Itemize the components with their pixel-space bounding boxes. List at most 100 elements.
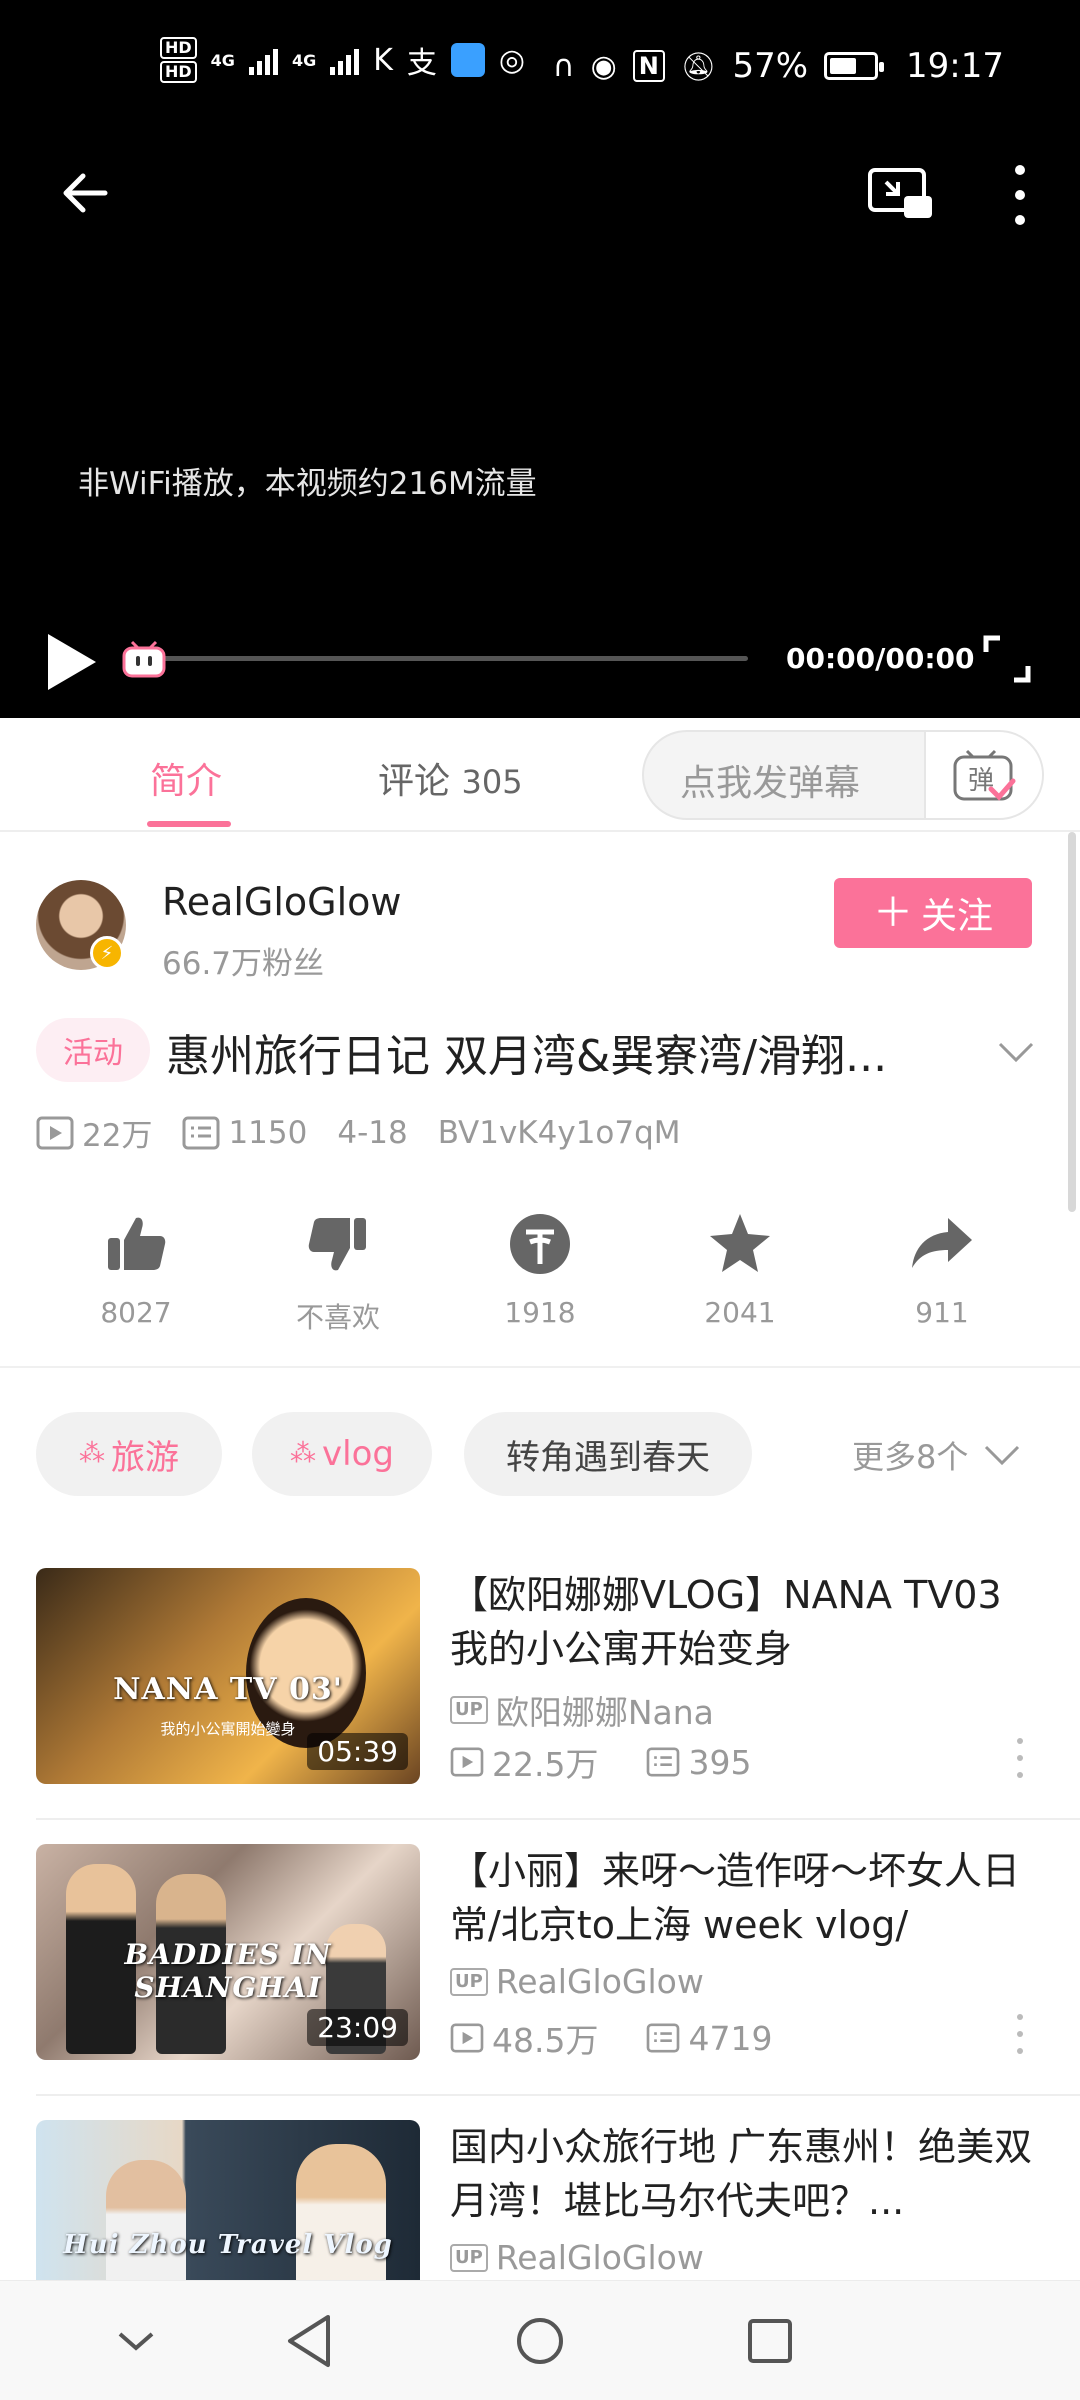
thumbs-up-icon xyxy=(108,1217,166,1270)
up-badge-icon: UP xyxy=(450,2243,488,2272)
fullscreen-icon xyxy=(983,635,1031,683)
progress-thumb[interactable] xyxy=(120,638,168,680)
verified-lightning-icon: ⚡ xyxy=(90,936,124,970)
video-title[interactable]: 惠州旅行日记 双月湾&巽寮湾/滑翔... xyxy=(166,1020,956,1084)
related-video-uploader[interactable]: UP RealGloGlow xyxy=(450,2238,704,2277)
location-icon: ◎ xyxy=(498,42,526,78)
more-options-icon[interactable] xyxy=(1012,1738,1028,1778)
network-type-2: 4G xyxy=(291,50,317,70)
uploader-label: RealGloGlow xyxy=(495,2238,704,2277)
danmaku-count-icon xyxy=(647,2023,680,2053)
view-count: 48.5万 xyxy=(450,2014,598,2062)
favorite-button[interactable]: 2041 xyxy=(660,1210,820,1329)
related-video-stats: 22.5万 395 xyxy=(450,1738,799,1786)
video-duration: 05:39 xyxy=(307,1733,408,1770)
thumbnail-caption: NANA TV 03' xyxy=(113,1672,343,1707)
scrollbar[interactable] xyxy=(1068,832,1076,1212)
like-count: 8027 xyxy=(100,1296,172,1329)
plus-icon: ＋ xyxy=(872,890,913,936)
tag-travel[interactable]: ⁂ 旅游 xyxy=(36,1412,222,1496)
item-divider xyxy=(36,1818,1080,1820)
arrow-left-icon xyxy=(63,173,108,213)
square-recents-icon xyxy=(748,2319,792,2363)
tab-comments-label: 评论 xyxy=(378,761,451,802)
follow-label: 关注 xyxy=(920,896,993,937)
related-video-thumbnail[interactable]: BADDIES IN SHANGHAI 23:09 xyxy=(36,1844,420,2060)
related-video-title[interactable]: 【欧阳娜娜VLOG】NANA TV03 我的小公寓开始变身 xyxy=(450,1568,1046,1676)
danmaku-count: 395 xyxy=(646,1743,751,1782)
mini-player-button[interactable] xyxy=(866,164,936,224)
dislike-button[interactable]: 不喜欢 xyxy=(258,1210,418,1336)
network-usage-notice: 非WiFi播放，本视频约216M流量 xyxy=(78,466,537,502)
alipay-icon: 支 xyxy=(406,46,437,81)
thumbnail-caption: Hui Zhou Travel Vlog xyxy=(63,2230,393,2260)
app-notification-icon xyxy=(450,43,485,77)
tab-intro[interactable]: 简介 xyxy=(150,752,222,804)
nav-hide-button[interactable] xyxy=(106,2311,166,2371)
chevron-down-icon xyxy=(118,2332,154,2351)
signal-icon-2 xyxy=(330,45,360,75)
activity-badge[interactable]: 活动 xyxy=(36,1018,150,1082)
signal-icon xyxy=(248,45,278,75)
related-video-item[interactable]: BADDIES IN SHANGHAI 23:09 【小丽】来呀～造作呀～坏女人… xyxy=(0,1844,1080,2120)
more-options-button[interactable] xyxy=(1000,160,1040,230)
notification-k-icon: K xyxy=(373,42,393,78)
play-button[interactable] xyxy=(40,630,104,694)
like-button[interactable]: 8027 xyxy=(56,1210,216,1329)
nfc-icon: N xyxy=(632,50,665,82)
back-button[interactable] xyxy=(50,158,120,228)
related-video-thumbnail[interactable]: NANA TV 03' 我的小公寓開始變身 05:39 xyxy=(36,1568,420,1784)
more-options-icon[interactable] xyxy=(1012,2014,1028,2054)
play-count-icon xyxy=(450,1747,484,1777)
related-video-title[interactable]: 【小丽】来呀～造作呀～坏女人日常/北京to上海 week vlog/ xyxy=(450,1844,1046,1952)
progress-bar[interactable] xyxy=(124,656,748,661)
playback-time: 00:00/00:00 xyxy=(786,642,975,675)
related-video-stats: 48.5万 4719 xyxy=(450,2014,820,2062)
related-video-thumbnail[interactable]: Hui Zhou Travel Vlog xyxy=(36,2120,420,2280)
related-video-uploader[interactable]: UP RealGloGlow xyxy=(450,1962,704,2001)
view-count: 22万 xyxy=(36,1110,152,1155)
tag-spring[interactable]: 转角遇到春天 xyxy=(464,1412,752,1496)
related-video-item[interactable]: NANA TV 03' 我的小公寓開始變身 05:39 【欧阳娜娜VLOG】NA… xyxy=(0,1568,1080,1844)
tag-cluster-icon: ⁂ xyxy=(79,1439,105,1469)
more-tags-button[interactable]: 更多8个 xyxy=(852,1432,1022,1478)
status-right-icons: ∩ ◉ N 🔕︎ 57% 19:17 xyxy=(553,46,1004,86)
related-video-title[interactable]: 国内小众旅行地 广东惠州！绝美双月湾！堪比马尔代夫吧？... xyxy=(450,2120,1046,2228)
mute-icon: 🔕︎ xyxy=(680,49,717,83)
view-count-value: 22.5万 xyxy=(492,1745,599,1784)
nav-home-button[interactable] xyxy=(510,2311,570,2371)
danmaku-count-icon xyxy=(182,1116,220,1149)
picture-in-picture-icon xyxy=(868,168,932,218)
expand-description-button[interactable] xyxy=(994,1030,1038,1074)
coin-button[interactable]: 1918 xyxy=(460,1210,620,1329)
uploader-name[interactable]: RealGloGlow xyxy=(162,880,402,924)
tab-comments[interactable]: 评论 305 xyxy=(378,752,523,804)
related-video-uploader[interactable]: UP 欧阳娜娜Nana xyxy=(450,1686,714,1734)
danmaku-input[interactable]: 点我发弹幕 弹 xyxy=(642,730,1044,820)
hd-icon: HD HD xyxy=(160,36,197,84)
thumbs-down-icon xyxy=(308,1218,366,1271)
battery-percent: 57% xyxy=(732,46,809,86)
danmaku-count: 4719 xyxy=(646,2019,772,2058)
view-count-value: 48.5万 xyxy=(492,2021,599,2060)
share-button[interactable]: 911 xyxy=(862,1210,1022,1329)
tag-spring-label: 转角遇到春天 xyxy=(506,1437,710,1478)
tag-vlog[interactable]: ⁂ vlog xyxy=(252,1412,432,1496)
thumbnail-caption: BADDIES IN SHANGHAI xyxy=(124,1938,332,2004)
play-icon xyxy=(48,634,96,690)
danmaku-toggle-button[interactable]: 弹 xyxy=(924,732,1042,818)
fullscreen-button[interactable] xyxy=(982,634,1032,684)
status-left-icons: HD HD 4G 4G K 支 ◎ xyxy=(160,36,525,84)
nav-back-button[interactable] xyxy=(280,2311,340,2371)
nav-recents-button[interactable] xyxy=(740,2311,800,2371)
danmaku-count-value: 395 xyxy=(688,1742,752,1782)
coin-icon xyxy=(510,1214,570,1274)
favorite-count: 2041 xyxy=(704,1296,776,1329)
up-badge-icon: UP xyxy=(450,1696,488,1724)
play-count-icon xyxy=(36,1116,74,1149)
follow-button[interactable]: ＋ 关注 xyxy=(834,878,1032,948)
network-type-1: 4G xyxy=(210,50,235,70)
video-duration: 23:09 xyxy=(307,2009,408,2046)
tv-mascot-icon xyxy=(122,640,166,678)
related-video-item[interactable]: Hui Zhou Travel Vlog 国内小众旅行地 广东惠州！绝美双月湾！… xyxy=(0,2120,1080,2280)
